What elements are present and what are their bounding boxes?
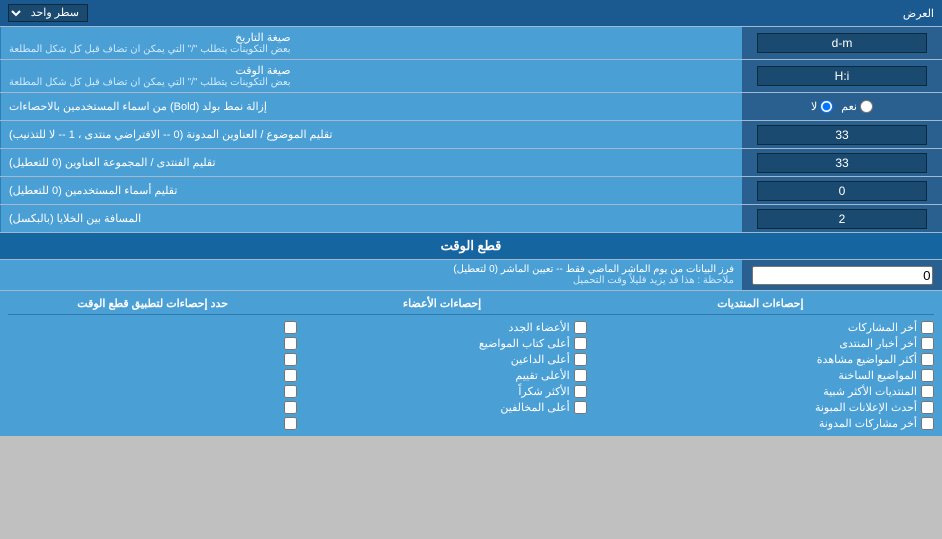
bold-radio-no[interactable] xyxy=(820,100,833,113)
stat-item-7: أخر مشاركات المدونة xyxy=(587,417,934,430)
topic-order-label: تقليم الموضوع / العناوين المدونة (0 -- ا… xyxy=(0,121,742,148)
cutoff-item-5 xyxy=(8,385,297,398)
topic-order-input[interactable]: 33 xyxy=(757,125,927,145)
member-stat-item-1: الأعضاء الجدد xyxy=(297,321,586,334)
stats-col2-header: إحصاءات الأعضاء xyxy=(297,297,586,310)
member-stats-col: الأعضاء الجدد أعلى كتاب المواضيع أعلى ال… xyxy=(297,321,586,430)
user-names-input[interactable]: 0 xyxy=(757,181,927,201)
cutoff-input[interactable]: 0 xyxy=(752,266,933,285)
user-names-label: تقليم أسماء المستخدمين (0 للتعطيل) xyxy=(0,177,742,204)
stat-checkbox-4[interactable] xyxy=(921,369,934,382)
cutoff-checkbox-1[interactable] xyxy=(284,321,297,334)
cutoff-checkbox-2[interactable] xyxy=(284,337,297,350)
header-label: العرض xyxy=(903,7,934,20)
stat-item-4: المواضيع الساخنة xyxy=(587,369,934,382)
member-stat-checkbox-6[interactable] xyxy=(574,401,587,414)
time-format-input[interactable]: H:i xyxy=(757,66,927,86)
stat-checkbox-2[interactable] xyxy=(921,337,934,350)
member-stat-checkbox-2[interactable] xyxy=(574,337,587,350)
cutoff-item-1 xyxy=(8,321,297,334)
member-stat-checkbox-4[interactable] xyxy=(574,369,587,382)
member-stat-item-4: الأعلى تقييم xyxy=(297,369,586,382)
cutoff-label: فرز البيانات من يوم الماشر الماضي فقط --… xyxy=(0,260,742,290)
cutoff-section-header: قطع الوقت xyxy=(0,233,942,260)
cutoff-checkbox-7[interactable] xyxy=(284,417,297,430)
space-between-input-container: 2 xyxy=(742,205,942,232)
cutoff-item-3 xyxy=(8,353,297,366)
cutoff-checkbox-6[interactable] xyxy=(284,401,297,414)
bold-radio-container: نعم لا xyxy=(742,93,942,120)
cutoff-row: 0 فرز البيانات من يوم الماشر الماضي فقط … xyxy=(0,260,942,291)
stat-checkbox-5[interactable] xyxy=(921,385,934,398)
member-stat-checkbox-5[interactable] xyxy=(574,385,587,398)
space-between-label: المسافة بين الخلايا (بالبكسل) xyxy=(0,205,742,232)
forum-stats-col: أخر المشاركات أخر أخبار المنتدى أكثر الم… xyxy=(587,321,934,430)
stat-checkbox-6[interactable] xyxy=(921,401,934,414)
stat-checkbox-7[interactable] xyxy=(921,417,934,430)
bold-radio-no-label[interactable]: لا xyxy=(811,100,833,113)
time-format-row: H:i صيغة الوقت بعض التكوينات يتطلب "/" ا… xyxy=(0,60,942,93)
bold-radio-yes[interactable] xyxy=(860,100,873,113)
bold-radio-yes-label[interactable]: نعم xyxy=(841,100,873,113)
member-stat-item-2: أعلى كتاب المواضيع xyxy=(297,337,586,350)
topic-order-input-container: 33 xyxy=(742,121,942,148)
cutoff-item-7 xyxy=(8,417,297,430)
stat-checkbox-1[interactable] xyxy=(921,321,934,334)
cutoff-item-6 xyxy=(8,401,297,414)
bold-radio-group: نعم لا xyxy=(811,100,873,113)
bold-remove-row: نعم لا إزالة نمط بولد (Bold) من اسماء ال… xyxy=(0,93,942,121)
cutoff-checkbox-3[interactable] xyxy=(284,353,297,366)
main-container: العرض سطر واحد سطرين ثلاثة أسطر d-m صيغة… xyxy=(0,0,942,436)
cutoff-checkbox-5[interactable] xyxy=(284,385,297,398)
cutoff-checkbox-4[interactable] xyxy=(284,369,297,382)
cutoff-apply-label: حدد إحصاءات لتطبيق قطع الوقت xyxy=(8,297,297,310)
stats-header: إحصاءات المنتديات إحصاءات الأعضاء حدد إح… xyxy=(8,297,934,315)
space-between-input[interactable]: 2 xyxy=(757,209,927,229)
stat-item-3: أكثر المواضيع مشاهدة xyxy=(587,353,934,366)
cutoff-apply-col xyxy=(8,321,297,430)
stat-item-2: أخر أخبار المنتدى xyxy=(587,337,934,350)
header-row: العرض سطر واحد سطرين ثلاثة أسطر xyxy=(0,0,942,27)
forum-order-row: 33 تقليم الفنتدى / المجموعة العناوين (0 … xyxy=(0,149,942,177)
cutoff-item-2 xyxy=(8,337,297,350)
cutoff-input-container: 0 xyxy=(742,260,942,290)
forum-order-label: تقليم الفنتدى / المجموعة العناوين (0 للت… xyxy=(0,149,742,176)
stat-item-1: أخر المشاركات xyxy=(587,321,934,334)
stat-item-5: المنتديات الأكثر شبية xyxy=(587,385,934,398)
space-between-row: 2 المسافة بين الخلايا (بالبكسل) xyxy=(0,205,942,233)
time-format-label: صيغة الوقت بعض التكوينات يتطلب "/" التي … xyxy=(0,60,742,92)
topic-order-row: 33 تقليم الموضوع / العناوين المدونة (0 -… xyxy=(0,121,942,149)
stat-checkbox-3[interactable] xyxy=(921,353,934,366)
date-format-input[interactable]: d-m xyxy=(757,33,927,53)
date-format-row: d-m صيغة التاريخ بعض التكوينات يتطلب "/"… xyxy=(0,27,942,60)
date-format-input-container: d-m xyxy=(742,27,942,59)
date-format-label: صيغة التاريخ بعض التكوينات يتطلب "/" الت… xyxy=(0,27,742,59)
stats-col1-header: إحصاءات المنتديات xyxy=(587,297,934,310)
bold-remove-label: إزالة نمط بولد (Bold) من اسماء المستخدمي… xyxy=(0,93,742,120)
user-names-row: 0 تقليم أسماء المستخدمين (0 للتعطيل) xyxy=(0,177,942,205)
member-stat-checkbox-3[interactable] xyxy=(574,353,587,366)
time-format-input-container: H:i xyxy=(742,60,942,92)
stat-item-6: أحدث الإعلانات المبونة xyxy=(587,401,934,414)
checkboxes-body: أخر المشاركات أخر أخبار المنتدى أكثر الم… xyxy=(8,321,934,430)
forum-order-input-container: 33 xyxy=(742,149,942,176)
member-stat-item-5: الأكثر شكراً xyxy=(297,385,586,398)
member-stat-checkbox-1[interactable] xyxy=(574,321,587,334)
display-select[interactable]: سطر واحد سطرين ثلاثة أسطر xyxy=(8,4,88,22)
stats-section: إحصاءات المنتديات إحصاءات الأعضاء حدد إح… xyxy=(0,291,942,436)
cutoff-item-4 xyxy=(8,369,297,382)
member-stat-item-6: أعلى المخالفين xyxy=(297,401,586,414)
user-names-input-container: 0 xyxy=(742,177,942,204)
member-stat-item-3: أعلى الداعين xyxy=(297,353,586,366)
forum-order-input[interactable]: 33 xyxy=(757,153,927,173)
